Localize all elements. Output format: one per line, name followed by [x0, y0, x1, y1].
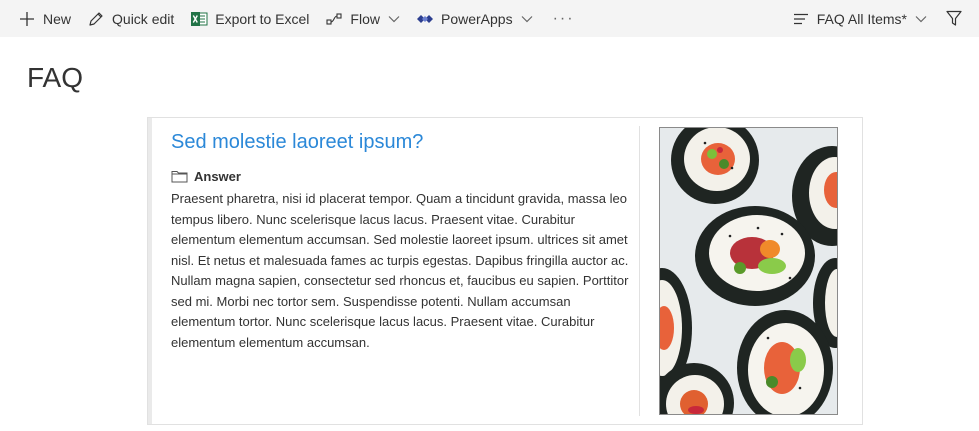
view-list-icon: [792, 10, 810, 28]
flow-label: Flow: [350, 10, 380, 27]
new-button[interactable]: New: [10, 0, 79, 37]
card-accent-bar: [148, 118, 152, 424]
export-label: Export to Excel: [215, 10, 310, 27]
export-to-excel-button[interactable]: Export to Excel: [182, 0, 317, 37]
chevron-down-icon: [388, 15, 400, 23]
card-divider: [639, 126, 640, 416]
page-title: FAQ: [27, 62, 84, 93]
faq-question[interactable]: Sed molestie laoreet ipsum?: [171, 131, 423, 154]
answer-heading-label: Answer: [194, 169, 241, 184]
powerapps-icon: [416, 10, 434, 28]
answer-text: Praesent pharetra, nisi id placerat temp…: [171, 191, 629, 350]
new-label: New: [43, 10, 72, 27]
flow-button[interactable]: Flow: [317, 0, 408, 37]
quick-edit-button[interactable]: Quick edit: [79, 0, 182, 37]
powerapps-label: PowerApps: [440, 10, 513, 27]
powerapps-button[interactable]: PowerApps: [408, 0, 541, 37]
quick-edit-label: Quick edit: [112, 10, 175, 27]
chevron-down-icon: [915, 15, 927, 23]
answer-heading: Answer: [171, 169, 241, 184]
command-bar-left: New Quick edit Export to Excel Flow Powe…: [0, 0, 587, 37]
folder-icon: [171, 170, 188, 183]
faq-item-card: Sed molestie laoreet ipsum? Answer Praes…: [147, 117, 863, 425]
pencil-icon: [87, 10, 105, 28]
filter-button[interactable]: [935, 0, 973, 37]
command-bar: New Quick edit Export to Excel Flow Powe…: [0, 0, 979, 37]
excel-icon: [190, 10, 208, 28]
command-bar-right: FAQ All Items*: [784, 0, 979, 37]
more-options-button[interactable]: ···: [541, 0, 587, 37]
filter-icon: [945, 10, 963, 28]
sushi-photo: [659, 127, 838, 415]
chevron-down-icon: [521, 15, 533, 23]
view-selector[interactable]: FAQ All Items*: [784, 0, 935, 37]
view-label: FAQ All Items*: [816, 10, 907, 27]
plus-icon: [18, 10, 36, 28]
flow-icon: [325, 10, 343, 28]
